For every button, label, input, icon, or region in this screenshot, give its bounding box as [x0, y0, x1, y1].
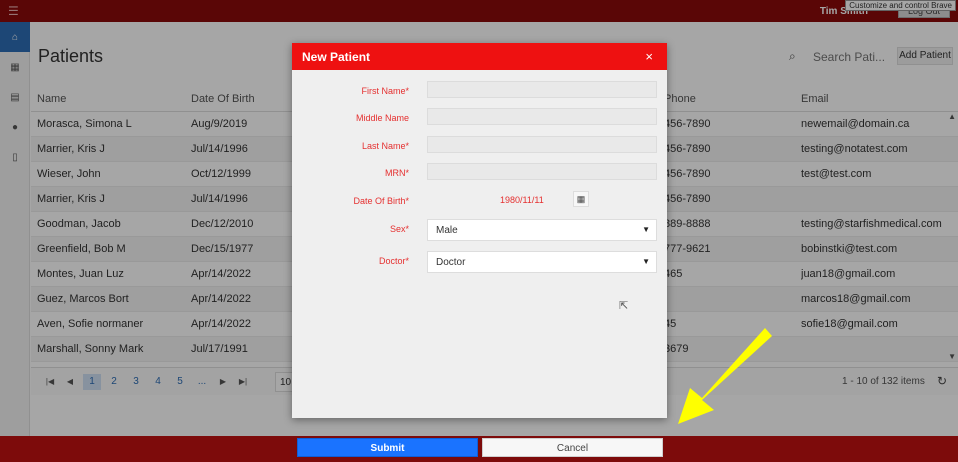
new-patient-dialog: New Patient × First Name* Middle Name La… [292, 43, 667, 418]
chevron-down-icon: ▼ [642, 257, 650, 266]
dialog-title: New Patient [302, 50, 371, 64]
chevron-down-icon: ▼ [642, 225, 650, 234]
first-name-field[interactable] [427, 81, 657, 98]
bottom-action-bar [0, 436, 958, 462]
dob-field[interactable]: 1980/11/11 [500, 195, 544, 205]
doctor-value: Doctor [436, 257, 466, 268]
first-name-label: First Name* [361, 86, 409, 96]
sex-label: Sex* [389, 224, 409, 234]
dob-label: Date Of Birth* [353, 196, 409, 206]
mouse-cursor-icon: ⇱ [619, 300, 629, 312]
submit-button[interactable]: Submit [297, 438, 478, 457]
mrn-field[interactable] [427, 163, 657, 180]
cancel-button[interactable]: Cancel [482, 438, 663, 457]
doctor-label: Doctor* [378, 256, 409, 266]
dialog-header: New Patient × [292, 43, 667, 70]
close-icon[interactable]: × [645, 49, 653, 64]
last-name-label: Last Name* [361, 141, 409, 151]
doctor-select[interactable]: Doctor ▼ [427, 251, 657, 273]
mrn-label: MRN* [385, 168, 409, 178]
middle-name-field[interactable] [427, 108, 657, 125]
last-name-field[interactable] [427, 136, 657, 153]
yellow-arrow-icon [678, 328, 772, 424]
middle-name-label: Middle Name [355, 113, 409, 123]
calendar-icon[interactable]: ▦ [573, 191, 589, 207]
sex-select[interactable]: Male ▼ [427, 219, 657, 241]
sex-value: Male [436, 225, 458, 236]
